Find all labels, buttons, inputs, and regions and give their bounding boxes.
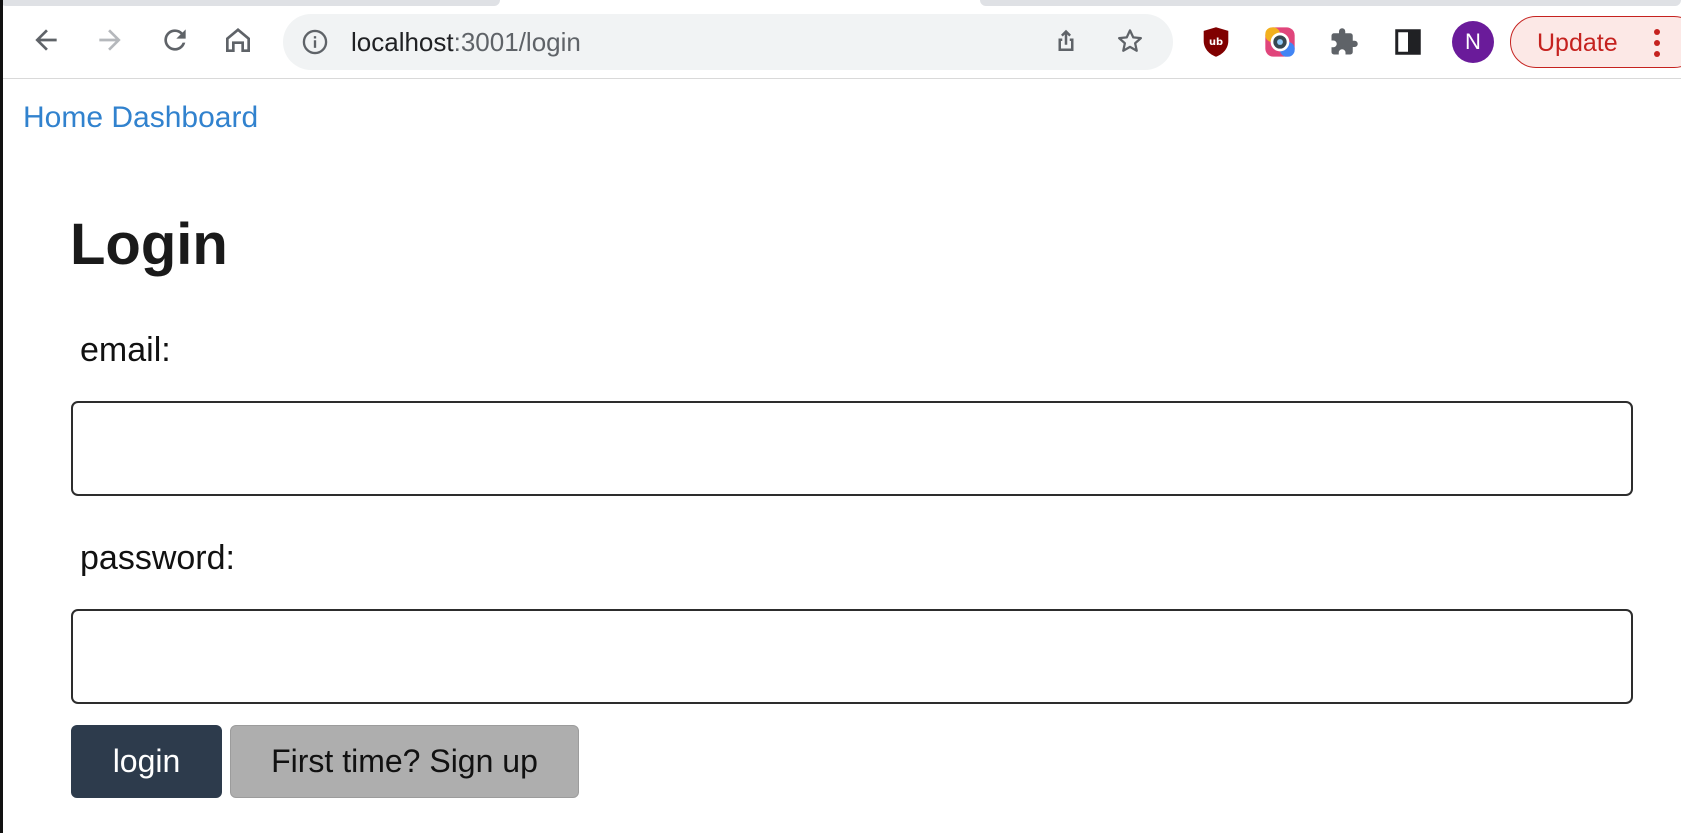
address-url[interactable]: localhost:3001/login [351,27,581,57]
kebab-menu-icon[interactable] [1651,26,1663,65]
back-button[interactable] [24,18,68,62]
page-title: Login [70,212,228,277]
reload-icon [164,29,186,51]
window-edge [0,0,3,833]
login-button[interactable]: login [71,725,222,798]
address-bar[interactable]: localhost:3001/login [283,14,1173,70]
side-panel-icon[interactable] [1386,20,1430,64]
site-info-icon[interactable] [301,28,329,56]
home-button[interactable] [216,18,260,62]
nav-link-dashboard[interactable]: Dashboard [111,101,258,134]
avatar-initial: N [1465,29,1481,54]
color-extension-icon[interactable] [1258,20,1302,64]
url-host: localhost [351,27,454,57]
signup-button[interactable]: First time? Sign up [230,725,579,798]
password-field[interactable] [71,609,1633,704]
email-label: email: [80,331,171,369]
reload-button[interactable] [153,18,197,62]
nav-link-home[interactable]: Home [23,101,103,134]
profile-avatar[interactable]: N [1452,21,1494,63]
update-button[interactable]: Update [1510,16,1681,68]
ublock-origin-icon[interactable]: ub [1194,20,1238,64]
share-icon[interactable] [1051,26,1081,61]
browser-toolbar: localhost:3001/login ub N Update [0,6,1681,79]
home-icon [226,28,250,52]
top-nav: Home Dashboard [23,100,258,136]
bookmark-star-icon[interactable] [1115,26,1145,61]
url-path: :3001/login [453,27,581,57]
svg-text:ub: ub [1209,37,1223,48]
password-label: password: [80,539,235,577]
forward-button[interactable] [88,18,132,62]
forward-arrow-icon [99,29,121,51]
update-label: Update [1537,29,1618,57]
extensions-puzzle-icon[interactable] [1322,20,1366,64]
email-field[interactable] [71,401,1633,496]
back-arrow-icon [35,29,57,51]
page: localhost:3001/login ub N Update Home Da… [0,0,1681,833]
